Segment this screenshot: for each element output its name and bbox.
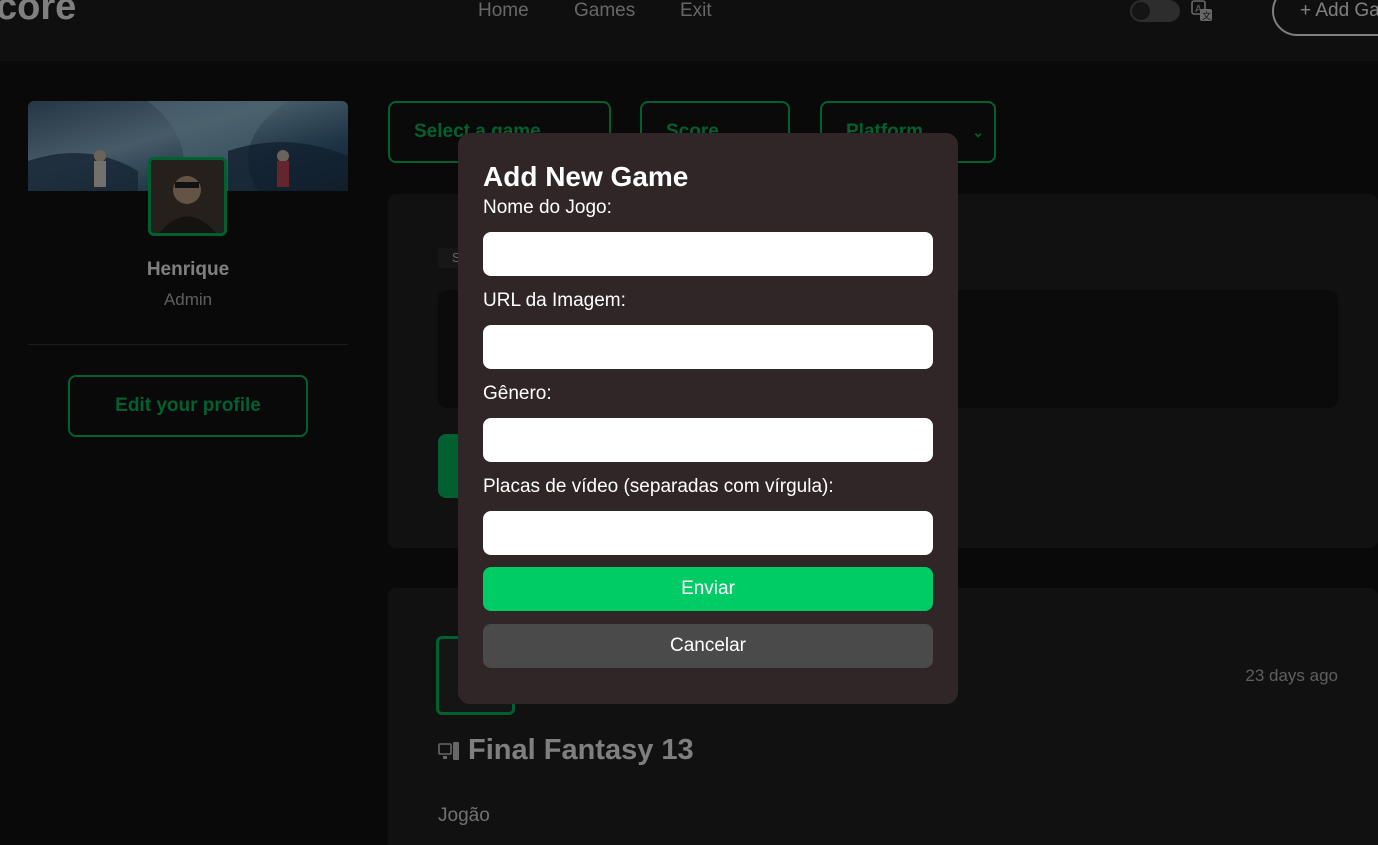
image-url-label: URL da Imagem: [483, 290, 626, 311]
genre-input[interactable] [483, 418, 933, 462]
image-url-input[interactable] [483, 325, 933, 369]
game-name-label: Nome do Jogo: [483, 197, 612, 218]
add-game-modal: Add New Game Nome do Jogo: URL da Imagem… [458, 133, 958, 704]
modal-title: Add New Game [483, 161, 689, 192]
game-name-input[interactable] [483, 232, 933, 276]
gpu-input[interactable] [483, 511, 933, 555]
cancel-button[interactable]: Cancelar [483, 624, 933, 668]
submit-button[interactable]: Enviar [483, 567, 933, 611]
gpu-label: Placas de vídeo (separadas com vírgula): [483, 476, 834, 497]
genre-label: Gênero: [483, 383, 552, 404]
